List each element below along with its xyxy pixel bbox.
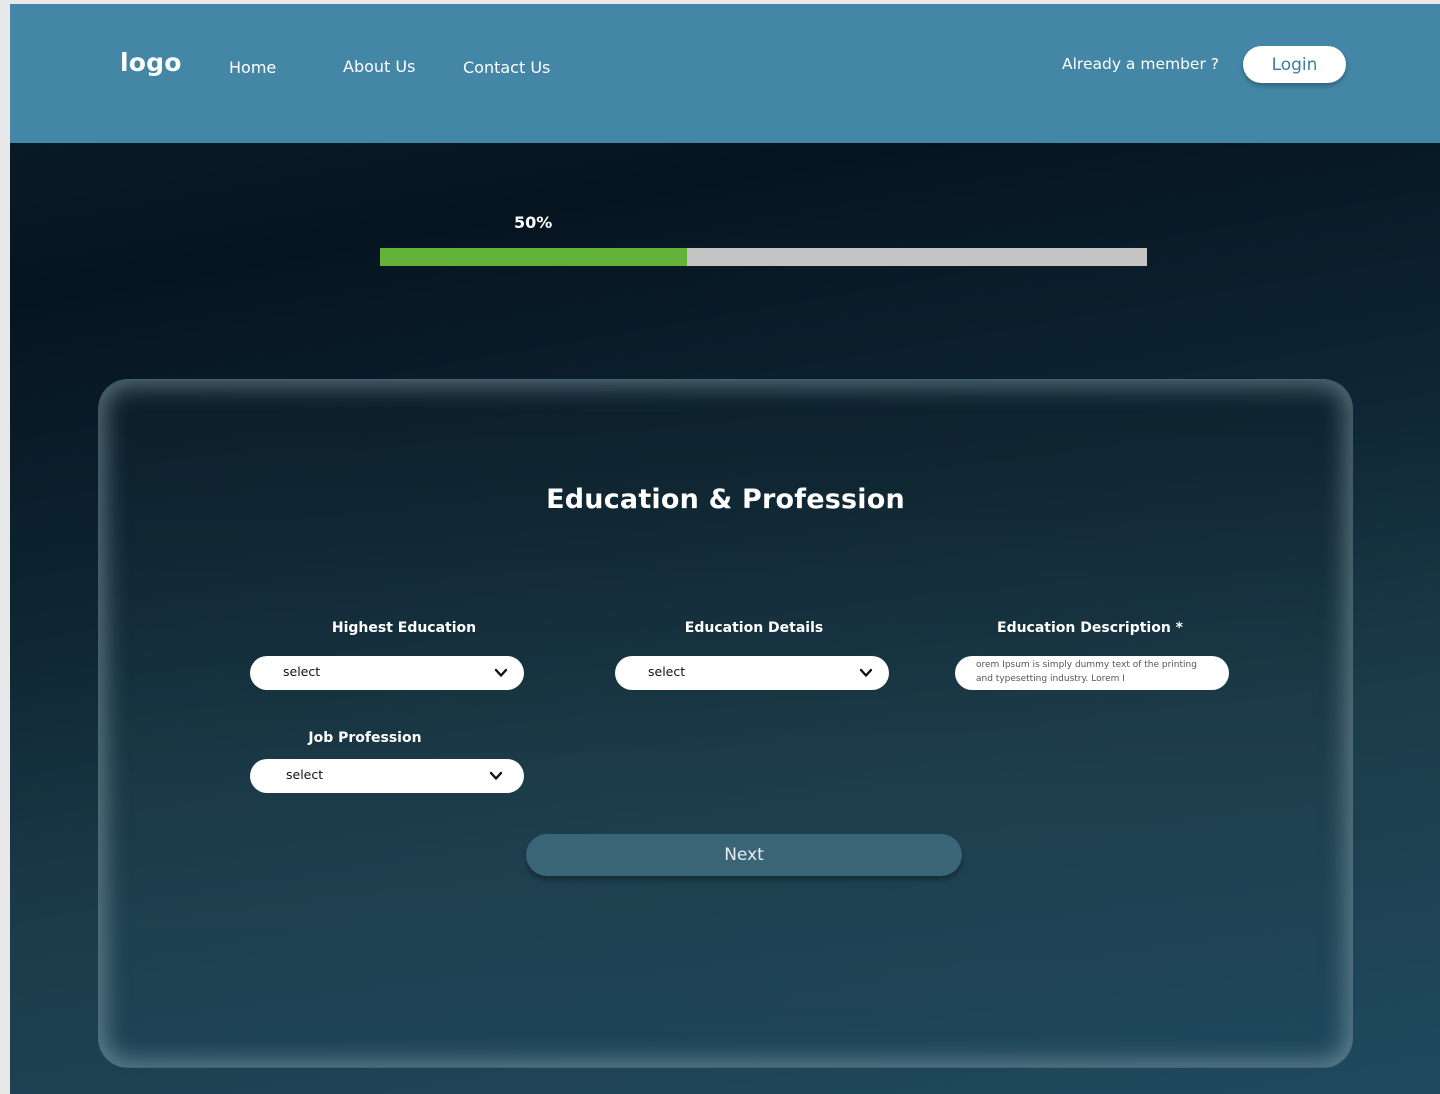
progress-bar [380,248,1147,266]
page-frame: logo Home About Us Contact Us Already a … [10,4,1440,1094]
education-details-label: Education Details [684,620,824,636]
education-description-input[interactable]: orem Ipsum is simply dummy text of the p… [955,656,1229,690]
progress-bar-fill [380,248,687,266]
form-title: Education & Profession [546,484,905,515]
education-description-label: Education Description * [997,620,1183,636]
login-button[interactable]: Login [1243,46,1346,83]
form-card: Education & Profession Highest Education… [98,379,1353,1068]
chevron-down-icon [859,668,873,677]
site-header: logo Home About Us Contact Us Already a … [10,4,1440,143]
nav-about-link[interactable]: About Us [343,57,415,76]
education-description-text: orem Ipsum is simply dummy text of the p… [976,660,1197,684]
job-profession-select[interactable]: select [250,759,524,793]
nav-contact-link[interactable]: Contact Us [463,58,550,77]
chevron-down-icon [494,668,508,677]
progress-percent-label: 50% [514,213,553,232]
job-profession-value: select [286,767,324,782]
nav-home-link[interactable]: Home [229,58,276,77]
highest-education-value: select [283,664,321,679]
education-details-value: select [648,664,686,679]
highest-education-label: Highest Education [331,620,477,636]
logo[interactable]: logo [120,48,182,77]
education-details-select[interactable]: select [615,656,889,690]
next-button[interactable]: Next [526,834,962,876]
highest-education-select[interactable]: select [250,656,524,690]
job-profession-label: Job Profession [308,730,422,746]
chevron-down-icon [489,771,503,780]
already-member-text: Already a member ? [1062,55,1219,73]
